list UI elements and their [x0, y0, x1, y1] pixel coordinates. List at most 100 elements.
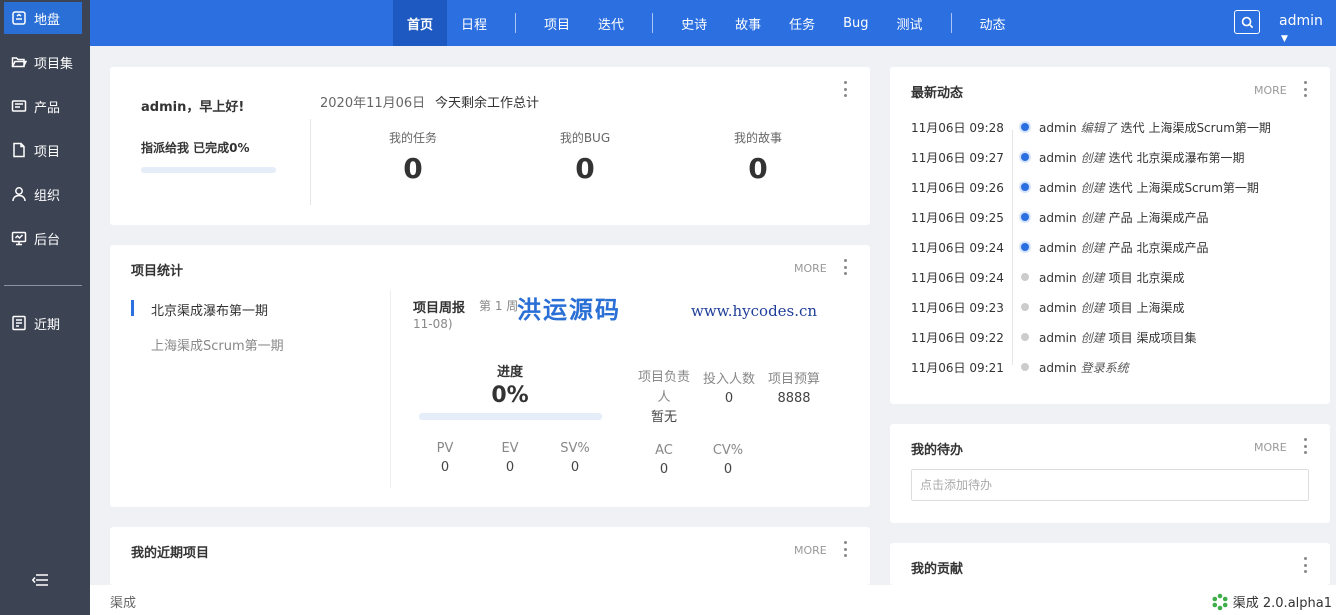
stat-my-bugs[interactable]: 我的BUG 0 [525, 129, 645, 185]
nav-separator [515, 13, 517, 33]
sidebar-divider [4, 285, 82, 286]
activity-user: admin [1039, 360, 1077, 375]
activity-item[interactable]: 11月06日 09:23 admin 创建 项目 上海渠成 [911, 297, 1184, 317]
progress-label: 进度 [496, 365, 523, 380]
activity-user: admin [1039, 120, 1077, 135]
nav-bug[interactable]: Bug [829, 0, 882, 46]
contribution-card: 我的贡献 [890, 543, 1330, 585]
activity-action: 创建 [1080, 150, 1105, 165]
todo-more-link[interactable]: MORE [1254, 441, 1287, 454]
ev-label: PV [436, 441, 454, 456]
user-menu[interactable]: admin ▼ [1279, 13, 1336, 45]
nav-iteration[interactable]: 迭代 [584, 0, 638, 46]
activity-object[interactable]: 项目 渠成项目集 [1109, 331, 1197, 345]
activity-object[interactable]: 迭代 上海渠成Scrum第一期 [1109, 181, 1259, 195]
activity-action: 创建 [1080, 300, 1105, 315]
sidebar-item-project[interactable]: 项目 [4, 134, 82, 166]
file-icon [10, 141, 28, 159]
activity-object[interactable]: 项目 上海渠成 [1109, 301, 1185, 315]
project-list-item[interactable]: 上海渠成Scrum第一期 [151, 335, 284, 354]
nav-task[interactable]: 任务 [775, 0, 829, 46]
todo-card: 我的待办 MORE [890, 424, 1330, 523]
timeline-dot-icon [1021, 363, 1029, 371]
sidebar-item-label: 项目集 [34, 56, 74, 72]
recent-icon [10, 314, 28, 332]
nav-dynamic[interactable]: 动态 [966, 0, 1020, 46]
activity-item[interactable]: 11月06日 09:25 admin 创建 产品 上海渠成产品 [911, 207, 1208, 227]
activity-action: 创建 [1080, 270, 1105, 285]
ev-value: 0 [440, 460, 450, 475]
caret-down-icon: ▼ [1281, 34, 1288, 44]
sidebar-item-product[interactable]: 产品 [4, 90, 82, 122]
activity-item[interactable]: 11月06日 09:24 admin 创建 产品 北京渠成产品 [911, 237, 1208, 257]
nav-story[interactable]: 故事 [721, 0, 775, 46]
version-text: 渠成 2.0.alpha1 [1232, 596, 1332, 611]
home-icon [10, 9, 28, 27]
assigned-progress-label: 指派给我 已完成0% [141, 141, 250, 155]
metric-value: 0 [724, 391, 734, 406]
activity-title: 最新动态 [911, 86, 964, 101]
greeting-card: admin，早上好! 指派给我 已完成0% 2020年11月06日 今天剩余工作… [110, 67, 870, 225]
activity-more-link[interactable]: MORE [1254, 84, 1287, 97]
main-nav: 首页 日程 项目 迭代 史诗 故事 任务 Bug 测试 动态 [393, 0, 1020, 46]
activity-text: admin 创建 迭代 上海渠成Scrum第一期 [1039, 179, 1259, 196]
activity-object[interactable]: 产品 北京渠成产品 [1109, 241, 1209, 255]
recent-projects-more-link[interactable]: MORE [794, 544, 827, 557]
nav-test[interactable]: 测试 [883, 0, 937, 46]
ev-label: EV [501, 441, 519, 456]
activity-action: 创建 [1080, 330, 1105, 345]
stat-my-stories[interactable]: 我的故事 0 [698, 129, 818, 185]
activity-item[interactable]: 11月06日 09:26 admin 创建 迭代 上海渠成Scrum第一期 [911, 177, 1259, 197]
activity-menu-icon[interactable] [1300, 80, 1310, 98]
nav-separator [652, 13, 654, 33]
activity-timeline-line [1012, 130, 1013, 365]
nav-project[interactable]: 项目 [530, 0, 584, 46]
sidebar-item-program[interactable]: 项目集 [4, 46, 82, 78]
search-icon [1241, 16, 1253, 28]
footer-brand[interactable]: 渠成 [110, 592, 136, 611]
sidebar-item-admin[interactable]: 后台 [4, 222, 82, 254]
activity-item[interactable]: 11月06日 09:28 admin 编辑了 迭代 上海渠成Scrum第一期 [911, 117, 1271, 137]
project-stats-card: 项目统计 MORE 北京渠成瀑布第一期 上海渠成Scrum第一期 项目周报 第 … [110, 245, 870, 507]
activity-item[interactable]: 11月06日 09:27 admin 创建 迭代 北京渠成瀑布第一期 [911, 147, 1244, 167]
todo-menu-icon[interactable] [1300, 437, 1310, 455]
activity-object[interactable]: 产品 上海渠成产品 [1109, 211, 1209, 225]
activity-item[interactable]: 11月06日 09:21 admin 登录系统 [911, 357, 1133, 377]
ev-ac: AC 0 [629, 443, 699, 477]
project-stats-more-link[interactable]: MORE [794, 262, 827, 275]
sidebar-item-label: 项目 [34, 144, 61, 160]
sidebar-item-dashboard[interactable]: 地盘 [4, 2, 82, 34]
activity-object[interactable]: 迭代 北京渠成瀑布第一期 [1109, 151, 1245, 165]
recent-projects-menu-icon[interactable] [840, 540, 850, 558]
greeting-divider [310, 119, 311, 205]
sidebar-collapse-icon[interactable] [31, 572, 52, 590]
activity-time: 11月06日 09:21 [911, 360, 1004, 375]
metric-label: 项目负责人 [637, 370, 690, 405]
activity-item[interactable]: 11月06日 09:22 admin 创建 项目 渠成项目集 [911, 327, 1196, 347]
stat-label: 我的故事 [733, 131, 782, 145]
todo-add-input[interactable] [911, 469, 1309, 501]
activity-time: 11月06日 09:28 [911, 120, 1004, 135]
ev-value: 0 [723, 462, 733, 477]
nav-calendar[interactable]: 日程 [447, 0, 501, 46]
version-info[interactable]: 渠成 2.0.alpha1 [1211, 592, 1332, 611]
activity-object[interactable]: 迭代 上海渠成Scrum第一期 [1121, 121, 1271, 135]
sidebar-item-recent[interactable]: 近期 [4, 307, 82, 339]
project-list-item[interactable]: 北京渠成瀑布第一期 [151, 300, 268, 319]
metric-headcount: 投入人数 0 [694, 368, 764, 406]
nav-home[interactable]: 首页 [393, 0, 448, 46]
greeting-menu-icon[interactable] [840, 80, 850, 98]
stat-my-tasks[interactable]: 我的任务 0 [353, 129, 473, 185]
search-button[interactable] [1234, 10, 1260, 34]
activity-time: 11月06日 09:26 [911, 180, 1004, 195]
metric-value: 暂无 [650, 410, 677, 425]
activity-user: admin [1039, 300, 1077, 315]
project-stats-menu-icon[interactable] [840, 258, 850, 276]
activity-time: 11月06日 09:24 [911, 240, 1004, 255]
activity-item[interactable]: 11月06日 09:24 admin 创建 项目 北京渠成 [911, 267, 1184, 287]
contribution-menu-icon[interactable] [1300, 556, 1310, 574]
nav-epic[interactable]: 史诗 [667, 0, 721, 46]
timeline-dot-icon [1021, 153, 1029, 161]
activity-object[interactable]: 项目 北京渠成 [1109, 271, 1185, 285]
sidebar-item-organization[interactable]: 组织 [4, 178, 82, 210]
